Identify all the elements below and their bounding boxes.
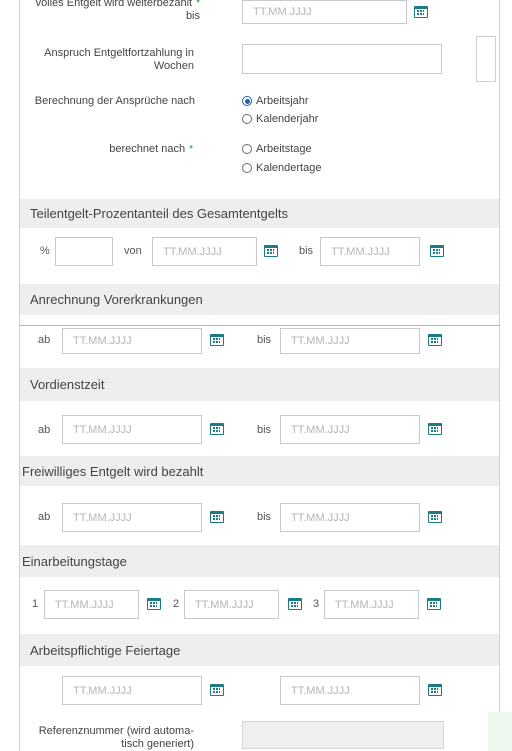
- radio-empty-icon: [242, 144, 252, 154]
- radio-arbeitstage[interactable]: Arbeitstage: [242, 143, 312, 155]
- section-title: Anrechnung Vorerkrankungen: [30, 292, 203, 307]
- ab-label: ab: [38, 334, 51, 346]
- einarbeitung-tag-1-input[interactable]: [44, 590, 139, 619]
- calendar-icon[interactable]: [430, 245, 444, 257]
- berechnung-label: Berechnung der Ansprüche nach: [34, 95, 195, 107]
- calendar-icon[interactable]: [428, 684, 442, 696]
- referenznummer-label: Referenznummer (wird automa- tisch gener…: [38, 725, 194, 750]
- radio-kalenderjahr[interactable]: Kalenderjahr: [242, 113, 318, 125]
- bis-label: bis: [257, 511, 272, 523]
- radio-empty-icon: [242, 163, 252, 173]
- anspruch-wochen-input[interactable]: [242, 44, 442, 74]
- calendar-icon[interactable]: [264, 245, 278, 257]
- section-einarbeitung-header: Einarbeitungstage: [20, 545, 499, 577]
- vordienstzeit-ab-input[interactable]: [62, 415, 202, 444]
- referenznummer-input: [242, 721, 444, 749]
- einarbeitung-tag-2-input[interactable]: [184, 590, 279, 619]
- calendar-icon[interactable]: [288, 598, 302, 610]
- voll-entgelt-label: volles Entgelt wird weiterbezahlt * bis: [35, 0, 200, 22]
- anspruch-label: Anspruch Entgeltfortzahlung in Wochen: [44, 47, 194, 72]
- berechnet-nach-label: berechnet nach *: [109, 143, 193, 155]
- calendar-icon[interactable]: [428, 511, 442, 523]
- radio-kalendertage[interactable]: Kalendertage: [242, 162, 321, 174]
- radio-selected-icon: [242, 96, 252, 106]
- einarbeitung-tag-3-input[interactable]: [324, 590, 419, 619]
- teilentgelt-bis-input[interactable]: [320, 237, 420, 266]
- calendar-icon[interactable]: [428, 423, 442, 435]
- ab-label: ab: [38, 424, 51, 436]
- percent-label: %: [40, 245, 50, 257]
- freiwillig-ab-input[interactable]: [62, 503, 202, 532]
- bis-label: bis: [299, 245, 314, 257]
- einarbeitung-label-2: 2: [173, 598, 180, 610]
- radio-empty-icon: [242, 114, 252, 124]
- vorerkrankungen-ab-input[interactable]: [62, 328, 202, 354]
- section-vordienstzeit-header: Vordienstzeit: [20, 368, 499, 401]
- calendar-icon[interactable]: [210, 511, 224, 523]
- side-field-box: [476, 36, 496, 82]
- einarbeitung-label-3: 3: [313, 598, 320, 610]
- voll-entgelt-bis-input[interactable]: [242, 0, 407, 24]
- calendar-icon[interactable]: [210, 334, 224, 346]
- section-feiertage-header: Arbeitspflichtige Feiertage: [20, 634, 499, 666]
- side-field-box: [447, 582, 489, 626]
- side-indicator: [488, 712, 512, 751]
- calendar-icon[interactable]: [428, 334, 442, 346]
- calendar-icon[interactable]: [147, 598, 161, 610]
- einarbeitung-label-1: 1: [32, 598, 39, 610]
- percent-input[interactable]: [55, 237, 113, 266]
- ab-label: ab: [38, 511, 51, 523]
- section-freiwillig-header: Freiwilliges Entgelt wird bezahlt: [20, 456, 499, 486]
- section-title: Teilentgelt-Prozentanteil des Gesamtentg…: [30, 206, 288, 221]
- radio-arbeitsjahr[interactable]: Arbeitsjahr: [242, 95, 309, 107]
- section-title: Arbeitspflichtige Feiertage: [30, 642, 181, 658]
- vorerkrankungen-bis-input[interactable]: [280, 328, 420, 354]
- freiwillig-bis-input[interactable]: [280, 503, 420, 532]
- calendar-icon[interactable]: [414, 6, 428, 18]
- feiertag-2-input[interactable]: [280, 676, 420, 705]
- section-teilentgelt-header: Teilentgelt-Prozentanteil des Gesamtentg…: [20, 199, 499, 228]
- section-title: Einarbeitungstage: [22, 553, 127, 569]
- calendar-icon[interactable]: [427, 598, 441, 610]
- section-title: Freiwilliges Entgelt wird bezahlt: [22, 463, 204, 479]
- divider: [19, 325, 500, 326]
- teilentgelt-von-input[interactable]: [152, 237, 257, 266]
- side-field-box: [450, 232, 490, 272]
- feiertag-1-input[interactable]: [62, 676, 202, 705]
- calendar-icon[interactable]: [210, 423, 224, 435]
- bis-label: bis: [257, 334, 272, 346]
- calendar-icon[interactable]: [210, 684, 224, 696]
- section-vorerkrankungen-header: Anrechnung Vorerkrankungen: [20, 284, 499, 315]
- vordienstzeit-bis-input[interactable]: [280, 415, 420, 444]
- frame-right-border: [499, 0, 500, 751]
- bis-label: bis: [257, 424, 272, 436]
- von-label: von: [124, 245, 142, 257]
- section-title: Vordienstzeit: [30, 377, 105, 392]
